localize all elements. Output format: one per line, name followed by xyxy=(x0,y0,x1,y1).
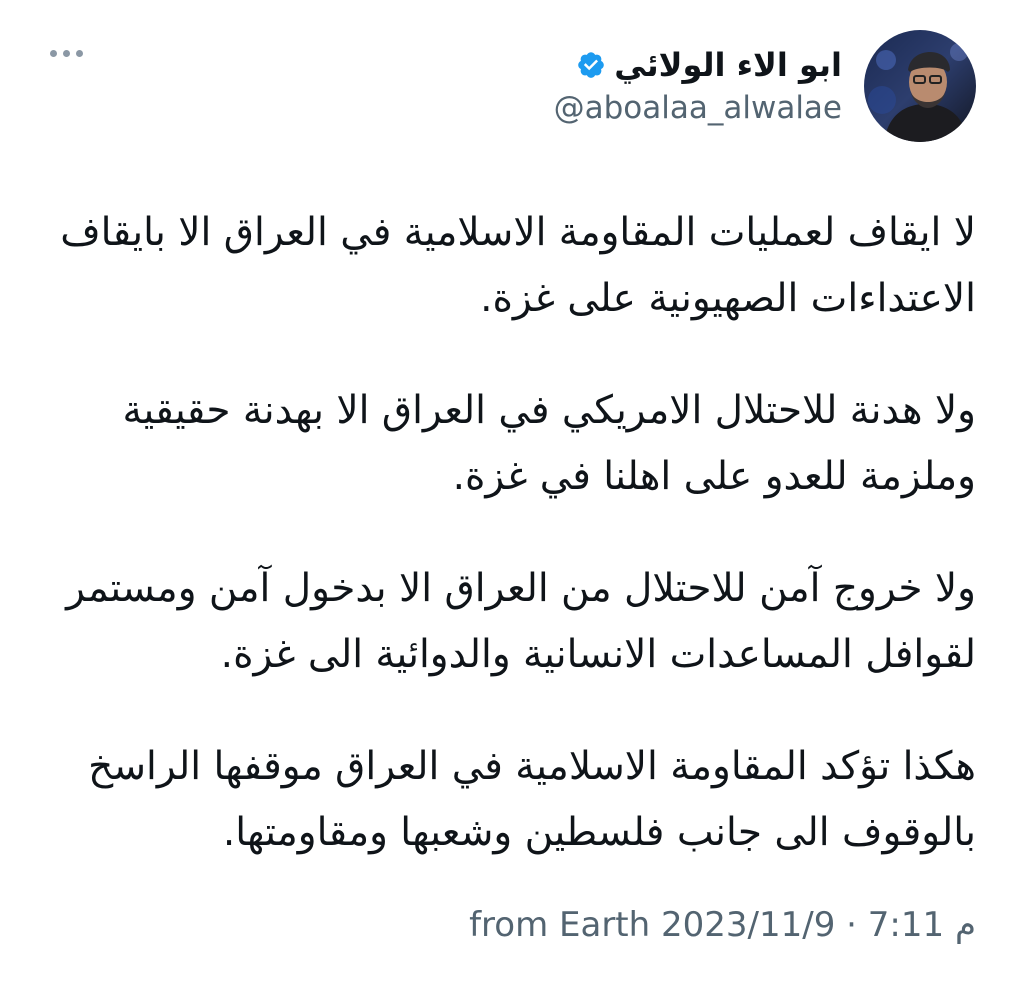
tweet-line: بالوقوف الى جانب فلسطين وشعبها ومقاومتها… xyxy=(222,810,976,855)
verified-badge-icon xyxy=(578,52,605,78)
more-dot-icon xyxy=(76,50,83,57)
avatar[interactable] xyxy=(864,30,976,142)
tweet-line: هكذا تؤكد المقاومة الاسلامية في العراق م… xyxy=(88,744,976,789)
more-dot-icon xyxy=(63,50,70,57)
tweet-line: ولا خروج آمن للاحتلال من العراق الا بدخو… xyxy=(66,566,976,611)
tweet-paragraph: هكذا تؤكد المقاومة الاسلامية في العراق م… xyxy=(48,734,976,866)
tweet-paragraph: ولا خروج آمن للاحتلال من العراق الا بدخو… xyxy=(48,556,976,688)
display-name-row: ابو الاء الولائي xyxy=(576,46,842,84)
author-names: ابو الاء الولائي @aboalaa_alwalae xyxy=(554,46,842,126)
tweet-paragraph: لا ايقاف لعمليات المقاومة الاسلامية في ا… xyxy=(48,200,976,332)
more-options-button[interactable] xyxy=(50,50,83,57)
more-dot-icon xyxy=(50,50,57,57)
tweet-line: لا ايقاف لعمليات المقاومة الاسلامية في ا… xyxy=(60,210,976,255)
display-name[interactable]: ابو الاء الولائي xyxy=(614,46,842,84)
author-handle[interactable]: @aboalaa_alwalae xyxy=(554,90,842,126)
tweet-line: لقوافل المساعدات الانسانية والدوائية الى… xyxy=(220,632,976,677)
tweet-line: الاعتداءات الصهيونية على غزة. xyxy=(480,276,976,321)
tweet-paragraph: ولا هدنة للاحتلال الامريكي في العراق الا… xyxy=(48,378,976,510)
avatar-image xyxy=(864,30,976,142)
tweet-header: ابو الاء الولائي @aboalaa_alwalae xyxy=(554,30,976,142)
tweet-line: وملزمة للعدو على اهلنا في غزة. xyxy=(452,454,976,499)
tweet-card: ابو الاء الولائي @aboalaa_alwalae لا ايق… xyxy=(0,0,1024,981)
tweet-line: ولا هدنة للاحتلال الامريكي في العراق الا… xyxy=(122,388,976,433)
tweet-text: لا ايقاف لعمليات المقاومة الاسلامية في ا… xyxy=(48,200,976,912)
tweet-timestamp[interactable]: from Earth م 7:11 · 2023/11/9 xyxy=(469,905,976,945)
